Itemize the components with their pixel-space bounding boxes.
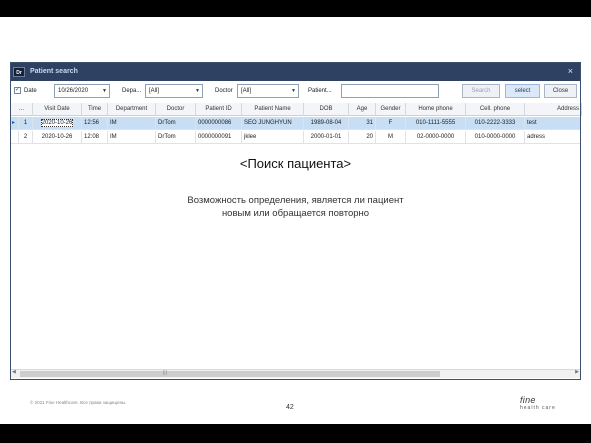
dialog-title: Patient search xyxy=(30,68,78,75)
patient-search-dialog: Dr Patient search × ✓ Date 10/26/2020 ▼ … xyxy=(10,62,582,380)
dob-cell[interactable]: 2000-01-01 xyxy=(304,131,349,144)
doctor-label: Doctor xyxy=(215,88,233,94)
visit-date-cell[interactable]: 2020-10-26 xyxy=(33,131,82,144)
patient-name-cell[interactable]: SEO JUNGHYUN xyxy=(242,117,304,130)
cell-phone-cell[interactable]: 010-2222-3333 xyxy=(466,117,525,130)
page-number: 42 xyxy=(286,404,294,411)
search-toolbar: ✓ Date 10/26/2020 ▼ Depa... [All] ▼ Doct… xyxy=(11,82,580,102)
department-select[interactable]: [All] ▼ xyxy=(145,84,203,98)
bottom-black-bar xyxy=(0,424,591,443)
table-header: ... Visit Date Time Department Doctor Pa… xyxy=(11,103,582,116)
doctor-value: [All] xyxy=(241,88,252,94)
description-line-2: новым или обращается повторно xyxy=(221,208,370,219)
home-phone-cell[interactable]: 010-1111-5555 xyxy=(406,117,466,130)
chevron-down-icon[interactable]: ▼ xyxy=(102,85,107,97)
table-row[interactable]: 2 2020-10-26 12:08 IM DrTom 0000000091 j… xyxy=(11,131,580,144)
age-cell[interactable]: 20 xyxy=(349,131,376,144)
address-cell[interactable]: adress xyxy=(525,131,582,144)
patient-search-input[interactable] xyxy=(341,84,439,98)
home-phone-cell[interactable]: 02-0000-0000 xyxy=(406,131,466,144)
gender-cell[interactable]: M xyxy=(376,131,406,144)
gender-cell[interactable]: F xyxy=(376,117,406,130)
department-cell[interactable]: IM xyxy=(108,117,156,130)
date-value: 10/26/2020 xyxy=(58,88,89,94)
scroll-left-icon[interactable]: ◀ xyxy=(12,369,16,375)
doctor-cell[interactable]: DrTom xyxy=(156,117,196,130)
description-line-1: Возможность определения, является ли пац… xyxy=(187,195,404,206)
chevron-down-icon[interactable]: ▼ xyxy=(195,85,200,97)
row-indicator-icon: ▸ xyxy=(11,117,19,130)
department-label: Depa... xyxy=(122,88,142,94)
close-icon[interactable]: × xyxy=(568,66,573,76)
patient-id-cell[interactable]: 0000000086 xyxy=(196,117,242,130)
close-button[interactable]: Close xyxy=(544,84,577,98)
row-number: 2 xyxy=(19,131,33,144)
time-cell[interactable]: 12:08 xyxy=(82,131,108,144)
time-cell[interactable]: 12:56 xyxy=(82,117,108,130)
department-value: [All] xyxy=(149,88,160,94)
scrollbar-thumb[interactable]: ||| xyxy=(20,370,440,377)
column-header-dob[interactable]: DOB xyxy=(304,103,349,116)
patient-label: Patient... xyxy=(308,88,332,94)
column-header-gender[interactable]: Gender xyxy=(376,103,406,116)
column-header-home-phone[interactable]: Home phone xyxy=(406,103,466,116)
visit-date-cell[interactable]: 2020-10-26 xyxy=(33,117,82,130)
table-row[interactable]: ▸ 1 2020-10-26 12:56 IM DrTom 0000000086… xyxy=(11,117,580,130)
column-header-age[interactable]: Age xyxy=(349,103,376,116)
column-header-department[interactable]: Department xyxy=(108,103,156,116)
column-header-doctor[interactable]: Doctor xyxy=(156,103,196,116)
copyright-text: © 2021 Fine Healthcare. Все права защище… xyxy=(30,400,127,405)
column-header-time[interactable]: Time xyxy=(82,103,108,116)
select-button[interactable]: select xyxy=(505,84,540,98)
logo-tagline: health care xyxy=(520,405,556,411)
department-cell[interactable]: IM xyxy=(108,131,156,144)
age-cell[interactable]: 31 xyxy=(349,117,376,130)
chevron-down-icon[interactable]: ▼ xyxy=(291,85,296,97)
column-header-patient-id[interactable]: Patient ID xyxy=(196,103,242,116)
cell-phone-cell[interactable]: 010-0000-0000 xyxy=(466,131,525,144)
date-picker[interactable]: 10/26/2020 ▼ xyxy=(54,84,110,98)
patient-results-table: ... Visit Date Time Department Doctor Pa… xyxy=(11,103,582,371)
horizontal-scrollbar[interactable]: ◀ ||| ▶ xyxy=(11,369,580,378)
column-header-cell-phone[interactable]: Cell. phone xyxy=(466,103,525,116)
company-logo: fine health care xyxy=(520,395,556,411)
column-header-patient-name[interactable]: Patient Name xyxy=(242,103,304,116)
scroll-right-icon[interactable]: ▶ xyxy=(575,369,579,375)
logo-wordmark: fine xyxy=(520,395,536,405)
column-header-address[interactable]: Address xyxy=(525,103,582,116)
doctor-select[interactable]: [All] ▼ xyxy=(237,84,299,98)
app-logo-icon: Dr xyxy=(13,67,25,77)
dob-cell[interactable]: 1989-08-04 xyxy=(304,117,349,130)
search-button[interactable]: Search xyxy=(462,84,500,98)
patient-id-cell[interactable]: 0000000091 xyxy=(196,131,242,144)
grip-icon: ||| xyxy=(163,370,167,376)
doctor-cell[interactable]: DrTom xyxy=(156,131,196,144)
row-indicator-icon xyxy=(11,131,19,144)
patient-name-cell[interactable]: jklee xyxy=(242,131,304,144)
date-label: Date xyxy=(24,88,37,94)
column-header-row-indicator[interactable]: ... xyxy=(11,103,33,116)
row-number: 1 xyxy=(19,117,33,130)
top-black-bar xyxy=(0,0,591,17)
visit-date-value: 2020-10-26 xyxy=(40,119,74,127)
slide-description: Возможность определения, является ли пац… xyxy=(0,194,591,220)
address-cell[interactable]: test xyxy=(525,117,582,130)
dialog-titlebar: Dr Patient search × xyxy=(11,63,580,81)
column-header-visit-date[interactable]: Visit Date xyxy=(33,103,82,116)
slide-heading: <Поиск пациента> xyxy=(239,156,352,171)
date-checkbox[interactable]: ✓ xyxy=(14,87,21,94)
